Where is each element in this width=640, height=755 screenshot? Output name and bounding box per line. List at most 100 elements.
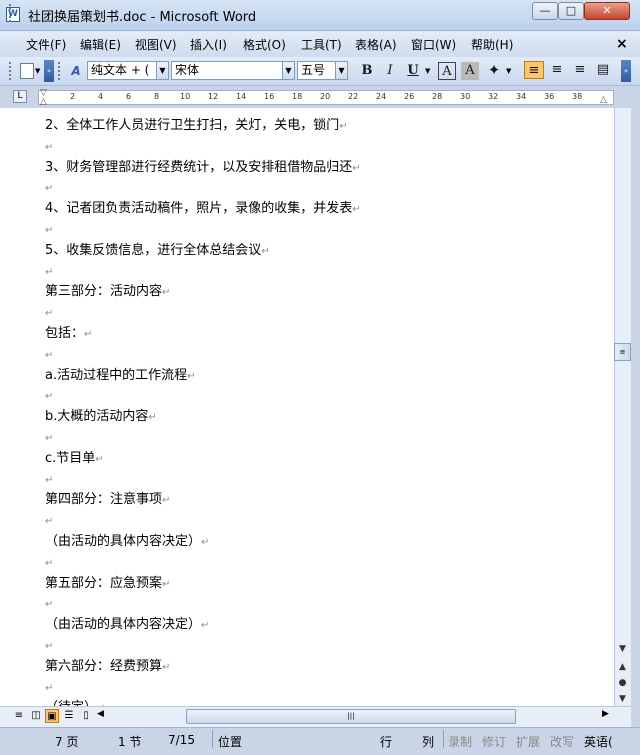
new-document-icon[interactable] xyxy=(20,63,34,79)
empty-paragraph[interactable]: ↵ xyxy=(45,680,53,697)
document-paragraph[interactable]: 第四部分：注意事项↵ xyxy=(45,492,170,509)
align-justify-button[interactable]: ≡ xyxy=(524,61,544,79)
underline-button[interactable]: U xyxy=(403,62,423,80)
status-extend[interactable]: 扩展 xyxy=(516,733,540,750)
status-record[interactable]: 录制 xyxy=(448,733,472,750)
empty-paragraph[interactable]: ↵ xyxy=(45,347,53,364)
scroll-left-arrow-icon[interactable]: ◀ xyxy=(97,709,104,719)
web-layout-view-icon[interactable]: ◫ xyxy=(29,709,43,723)
document-paragraph[interactable]: 第六部分：经费预算↵ xyxy=(45,659,170,676)
empty-paragraph[interactable]: ↵ xyxy=(45,638,53,655)
character-border-button[interactable]: A xyxy=(438,62,456,80)
menu-grip-handle[interactable] xyxy=(9,4,14,22)
reading-layout-view-icon[interactable]: ▯ xyxy=(79,709,93,723)
toolbar-grip-handle-2[interactable] xyxy=(58,62,63,80)
document-paragraph[interactable]: 4、记者团负责活动稿件，照片，录像的收集，并发表↵ xyxy=(45,201,361,218)
status-language[interactable]: 英语( xyxy=(584,733,613,750)
empty-paragraph[interactable]: ↵ xyxy=(45,555,53,572)
status-line[interactable]: 行 xyxy=(380,733,392,750)
right-indent-marker-icon[interactable]: △ xyxy=(600,95,607,105)
toolbar-overflow-chevron-2[interactable]: » xyxy=(621,60,631,82)
character-shading-button[interactable]: A xyxy=(461,62,479,80)
font-size-dropdown-icon[interactable]: ▼ xyxy=(335,61,348,80)
menu-insert[interactable]: 插入(I) xyxy=(190,36,227,53)
normal-view-icon[interactable]: ≡ xyxy=(12,709,26,723)
status-page[interactable]: 7 页 xyxy=(55,733,78,750)
empty-paragraph[interactable]: ↵ xyxy=(45,596,53,613)
menu-edit[interactable]: 编辑(E) xyxy=(80,36,121,53)
maximize-button[interactable]: □ xyxy=(558,2,584,20)
hanging-indent-marker-icon[interactable]: △ xyxy=(40,97,47,107)
menu-help[interactable]: 帮助(H) xyxy=(471,36,513,53)
paragraph-mark-icon: ↵ xyxy=(339,121,348,132)
toolbar-grip-handle[interactable] xyxy=(9,62,14,80)
document-paragraph[interactable]: b.大概的活动内容↵ xyxy=(45,409,157,426)
empty-paragraph[interactable]: ↵ xyxy=(45,222,53,239)
previous-page-icon[interactable]: ▲ xyxy=(615,660,630,674)
new-document-dropdown-icon[interactable]: ▼ xyxy=(35,67,40,75)
next-page-icon[interactable]: ▼ xyxy=(615,692,630,706)
status-position[interactable]: 位置 xyxy=(218,733,242,750)
empty-paragraph[interactable]: ↵ xyxy=(45,264,53,281)
status-overtype[interactable]: 改写 xyxy=(550,733,574,750)
outline-view-icon[interactable]: ☰ xyxy=(62,709,76,723)
close-window-button[interactable]: ✕ xyxy=(584,2,630,20)
menu-view[interactable]: 视图(V) xyxy=(135,36,177,53)
document-paragraph[interactable]: 包括：↵ xyxy=(45,326,92,343)
status-bar xyxy=(0,727,640,755)
status-section[interactable]: 1 节 xyxy=(118,733,141,750)
font-dropdown-icon[interactable]: ▼ xyxy=(282,61,295,80)
minimize-button[interactable]: — xyxy=(532,2,558,20)
empty-paragraph[interactable]: ↵ xyxy=(45,388,53,405)
status-revise[interactable]: 修订 xyxy=(482,733,506,750)
document-paragraph[interactable]: 第五部分：应急预案↵ xyxy=(45,576,170,593)
vertical-scrollbar[interactable] xyxy=(614,108,631,706)
font-combo[interactable]: 宋体 xyxy=(171,61,283,80)
distributed-align-button[interactable]: ▤ xyxy=(593,61,613,79)
underline-dropdown-icon[interactable]: ▼ xyxy=(425,67,430,75)
toolbar-overflow-chevron[interactable]: » xyxy=(44,60,54,82)
styles-pane-icon[interactable]: A xyxy=(66,61,86,81)
effects-dropdown-icon[interactable]: ▼ xyxy=(506,67,511,75)
close-document-icon[interactable]: × xyxy=(616,36,628,52)
empty-paragraph[interactable]: ↵ xyxy=(45,180,53,197)
vertical-scroll-thumb[interactable]: ≡ xyxy=(614,343,631,361)
document-paragraph[interactable]: 5、收集反馈信息，进行全体总结会议↵ xyxy=(45,243,270,260)
document-paragraph[interactable]: a.活动过程中的工作流程↵ xyxy=(45,368,196,385)
menu-table[interactable]: 表格(A) xyxy=(355,36,397,53)
empty-paragraph[interactable]: ↵ xyxy=(45,305,53,322)
italic-button[interactable]: I xyxy=(380,62,400,80)
menu-file[interactable]: 文件(F) xyxy=(26,36,66,53)
document-paragraph[interactable]: （由活动的具体内容决定）↵ xyxy=(45,617,209,634)
menu-tools[interactable]: 工具(T) xyxy=(301,36,342,53)
scroll-right-arrow-icon[interactable]: ▶ xyxy=(602,709,609,719)
empty-paragraph[interactable]: ↵ xyxy=(45,430,53,447)
horizontal-scroll-thumb[interactable]: ||| xyxy=(186,709,516,724)
print-layout-view-icon[interactable]: ▣ xyxy=(45,709,59,723)
bold-button[interactable]: B xyxy=(357,62,377,80)
status-page-of[interactable]: 7/15 xyxy=(168,733,195,747)
status-column[interactable]: 列 xyxy=(422,733,434,750)
align-center-button[interactable]: ≡ xyxy=(547,61,567,79)
empty-paragraph[interactable]: ↵ xyxy=(45,472,53,489)
document-paragraph[interactable]: c.节目单↵ xyxy=(45,451,104,468)
align-right-button[interactable]: ≡ xyxy=(570,61,590,79)
document-paragraph[interactable]: 2、全体工作人员进行卫生打扫，关灯，关电，锁门↵ xyxy=(45,118,348,135)
document-paragraph[interactable]: （由活动的具体内容决定）↵ xyxy=(45,534,209,551)
menu-format[interactable]: 格式(O) xyxy=(243,36,286,53)
scroll-down-arrow-icon[interactable]: ▼ xyxy=(615,642,630,656)
font-size-combo[interactable]: 五号 xyxy=(297,61,336,80)
ruler-number: 22 xyxy=(348,92,359,101)
document-paragraph[interactable]: 3、财务管理部进行经费统计，以及安排租借物品归还↵ xyxy=(45,160,361,177)
style-dropdown-icon[interactable]: ▼ xyxy=(156,61,169,80)
empty-paragraph[interactable]: ↵ xyxy=(45,139,53,156)
select-browse-object-icon[interactable]: ● xyxy=(615,676,630,690)
empty-paragraph[interactable]: ↵ xyxy=(45,513,53,530)
document-paragraph[interactable]: 第三部分：活动内容↵ xyxy=(45,284,170,301)
tab-stop-selector[interactable]: L xyxy=(13,90,27,103)
highlight-effects-icon[interactable]: ✦ xyxy=(484,61,504,79)
paragraph-mark-icon: ↵ xyxy=(45,641,54,652)
style-combo[interactable]: 纯文本 + ( xyxy=(87,61,157,80)
menu-window[interactable]: 窗口(W) xyxy=(411,36,456,53)
paragraph-mark-icon: ↵ xyxy=(45,433,54,444)
